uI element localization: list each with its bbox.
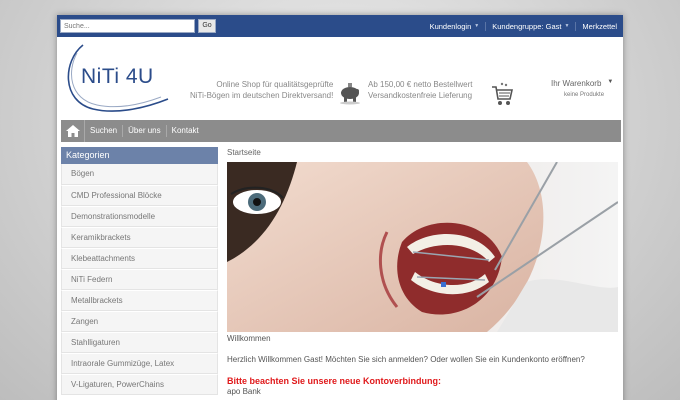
home-icon [65,125,80,137]
shipping-line-2: Versandkostenfreie Lieferung [368,91,473,100]
welcome-text: Herzlich Willkommen Gast! Möchten Sie si… [227,355,585,364]
customer-login-link[interactable]: Kundenlogin ▼ [424,22,486,31]
slogan-line-1: Online Shop für qualitätsgeprüfte [216,80,334,89]
main-content: Startseite Willkommen Herzlich Willkomme… [227,147,619,396]
customer-login-label: Kundenlogin [429,21,472,31]
home-button[interactable] [61,120,85,142]
cart-dropdown[interactable]: Ihr Warenkorb ▼ [551,79,613,88]
cart-title: Ihr Warenkorb [551,79,602,88]
search-input[interactable] [60,19,195,33]
shopping-cart-icon[interactable] [490,81,514,107]
nav-contact[interactable]: Kontakt [167,125,204,137]
shop-page: Go Kundenlogin ▼ Kundengruppe: Gast ▼ Me… [57,15,623,400]
category-item[interactable]: Klebeattachments [61,248,218,269]
wishlist-link[interactable]: Merkzettel [575,21,623,31]
shipping-line-1: Ab 150,00 € netto Bestellwert [368,80,473,89]
slogan-line-2: NiTi-Bögen im deutschen Direktversand! [190,91,334,100]
chevron-down-icon: ▼ [564,23,570,29]
category-item[interactable]: CMD Professional Blöcke [61,185,218,206]
category-item[interactable]: Stahlligaturen [61,332,218,353]
account-notice: Bitte beachten Sie unsere neue Kontoverb… [227,376,442,386]
category-item[interactable]: Bögen [61,164,218,185]
nav-about[interactable]: Über uns [123,125,167,137]
customer-group-link[interactable]: Kundengruppe: Gast ▼ [485,21,575,31]
category-item[interactable]: Intraorale Gummizüge, Latex [61,353,218,374]
category-item[interactable]: V-Ligaturen, PowerChains [61,374,218,395]
breadcrumb[interactable]: Startseite [227,147,619,162]
category-item[interactable]: Keramikbrackets [61,227,218,248]
top-bar: Go Kundenlogin ▼ Kundengruppe: Gast ▼ Me… [57,15,623,37]
main-nav: Suchen Über uns Kontakt [61,120,621,142]
category-item[interactable]: Metallbrackets [61,290,218,311]
chevron-down-icon: ▼ [474,23,480,29]
customer-group-label: Kundengruppe: Gast [492,21,562,31]
account-links: Kundenlogin ▼ Kundengruppe: Gast ▼ Merkz… [424,15,623,37]
bank-name: apo Bank [227,387,261,396]
hero-image [227,162,618,332]
welcome-title: Willkommen [227,334,271,343]
dental-photo [227,162,618,332]
cart-status: keine Produkte [564,92,605,98]
wishlist-label: Merkzettel [582,21,617,31]
shipping-info: Ab 150,00 € netto Bestellwert Versandkos… [368,79,473,101]
piggy-bank-icon [340,83,360,105]
sidebar-title: Kategorien [61,147,218,164]
logo[interactable]: NiTi 4U [81,65,154,89]
category-item[interactable]: Zangen [61,311,218,332]
header: NiTi 4U Online Shop für qualitätsgeprüft… [57,37,623,120]
search-go-button[interactable]: Go [198,19,216,33]
category-sidebar: Kategorien Bögen CMD Professional Blöcke… [61,147,218,395]
nav-search[interactable]: Suchen [85,125,124,137]
slogan: Online Shop für qualitätsgeprüfte NiTi-B… [190,79,333,101]
category-item[interactable]: NiTi Federn [61,269,218,290]
category-item[interactable]: Demonstrationsmodelle [61,206,218,227]
chevron-down-icon: ▼ [607,79,614,85]
